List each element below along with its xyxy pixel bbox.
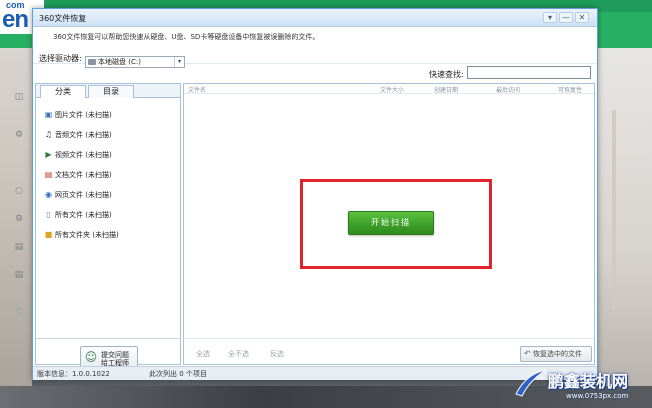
file-recovery-window: 360文件恢复 ▾ — ✕ 360文件恢复可以帮助您快速从硬盘、U盘、SD卡等硬…: [32, 8, 598, 380]
cart-icon: ◫: [14, 92, 24, 102]
image-icon: ▣: [44, 110, 53, 119]
select-all-link[interactable]: 全选: [196, 349, 210, 359]
category-tabs: 分类 目录: [36, 84, 180, 98]
tab-category[interactable]: 分类: [40, 85, 86, 98]
drive-select[interactable]: 本地磁盘 (C:) ▾: [85, 56, 185, 68]
file-icon: ▯: [46, 210, 51, 219]
music-icon: ♫: [44, 130, 53, 139]
divider: [184, 338, 594, 339]
file-list-header: 文件名 文件大小 创建日期 最后访问 可恢复性: [184, 84, 594, 94]
info-icon: ○: [15, 186, 23, 196]
divider: [36, 338, 180, 339]
column-header-accessed[interactable]: 最后访问: [496, 85, 520, 94]
watermark-swoosh-icon: [515, 369, 547, 397]
list-icon: ▤: [14, 270, 24, 280]
list-icon: ▤: [14, 242, 24, 252]
file-list-panel: 文件名 文件大小 创建日期 最后访问 可恢复性 开始扫描 全选 全不选 反选 ↶…: [183, 83, 595, 365]
description-text: 360文件恢复可以帮助您快速从硬盘、U盘、SD卡等硬盘设备中恢复被误删除的文件。: [53, 33, 320, 41]
scan-result-info: 此次列出 0 个项目: [149, 370, 207, 378]
drive-label: 选择驱动器:: [39, 54, 82, 63]
close-button[interactable]: ✕: [575, 12, 589, 23]
video-icon: ▶: [45, 150, 52, 159]
chevron-down-icon[interactable]: ▾: [174, 57, 184, 67]
restore-icon: ↶: [524, 349, 531, 358]
tab-directory[interactable]: 目录: [88, 85, 134, 98]
status-bar: 版本信息：1.0.0.1022 此次列出 0 个项目: [33, 366, 597, 380]
watermark-url: www.0753px.com: [566, 392, 629, 400]
disk-icon: [88, 59, 96, 65]
feedback-button[interactable]: ☺ 提交问题 给工程师: [80, 346, 138, 368]
web-icon: ◉: [45, 190, 52, 199]
column-header-size[interactable]: 文件大小: [380, 85, 404, 94]
watermark-text: 鹏鑫装机网: [548, 372, 629, 391]
invert-selection-link[interactable]: 反选: [270, 349, 284, 359]
column-header-recoverability[interactable]: 可恢复性: [558, 85, 582, 94]
start-scan-button[interactable]: 开始扫描: [348, 211, 434, 235]
background-scrollbar: [612, 110, 616, 310]
select-none-link[interactable]: 全不选: [228, 349, 249, 359]
tools-icon: ⚙: [14, 214, 24, 224]
menu-button[interactable]: ▾: [543, 12, 557, 23]
minimize-button[interactable]: —: [559, 12, 573, 23]
restore-selected-label: 恢复选中的文件: [533, 350, 582, 358]
document-icon: ▤: [44, 170, 53, 179]
quick-search-input[interactable]: [467, 66, 591, 79]
category-panel: 分类 目录 ▣ 图片文件 (未扫描) ♫ 音频文件 (未扫描) ▶ 视频文件 (…: [35, 83, 181, 368]
logo-text-big: en: [2, 6, 29, 33]
background-right-strip: [598, 48, 652, 388]
column-header-created[interactable]: 创建日期: [434, 85, 458, 94]
column-header-filename[interactable]: 文件名: [188, 85, 206, 94]
window-title: 360文件恢复: [39, 14, 87, 23]
settings-icon: ⚙: [14, 130, 24, 140]
drive-selected-value: 本地磁盘 (C:): [98, 58, 141, 66]
restore-selected-button[interactable]: ↶ 恢复选中的文件: [520, 346, 592, 362]
heart-icon: ♡: [14, 308, 24, 318]
title-bar[interactable]: 360文件恢复 ▾ — ✕: [33, 9, 597, 27]
version-info: 版本信息：1.0.0.1022: [37, 370, 110, 378]
engineer-icon: ☺: [84, 350, 98, 364]
quick-search-label: 快速查找:: [429, 70, 464, 79]
folder-icon: ■: [44, 230, 53, 239]
